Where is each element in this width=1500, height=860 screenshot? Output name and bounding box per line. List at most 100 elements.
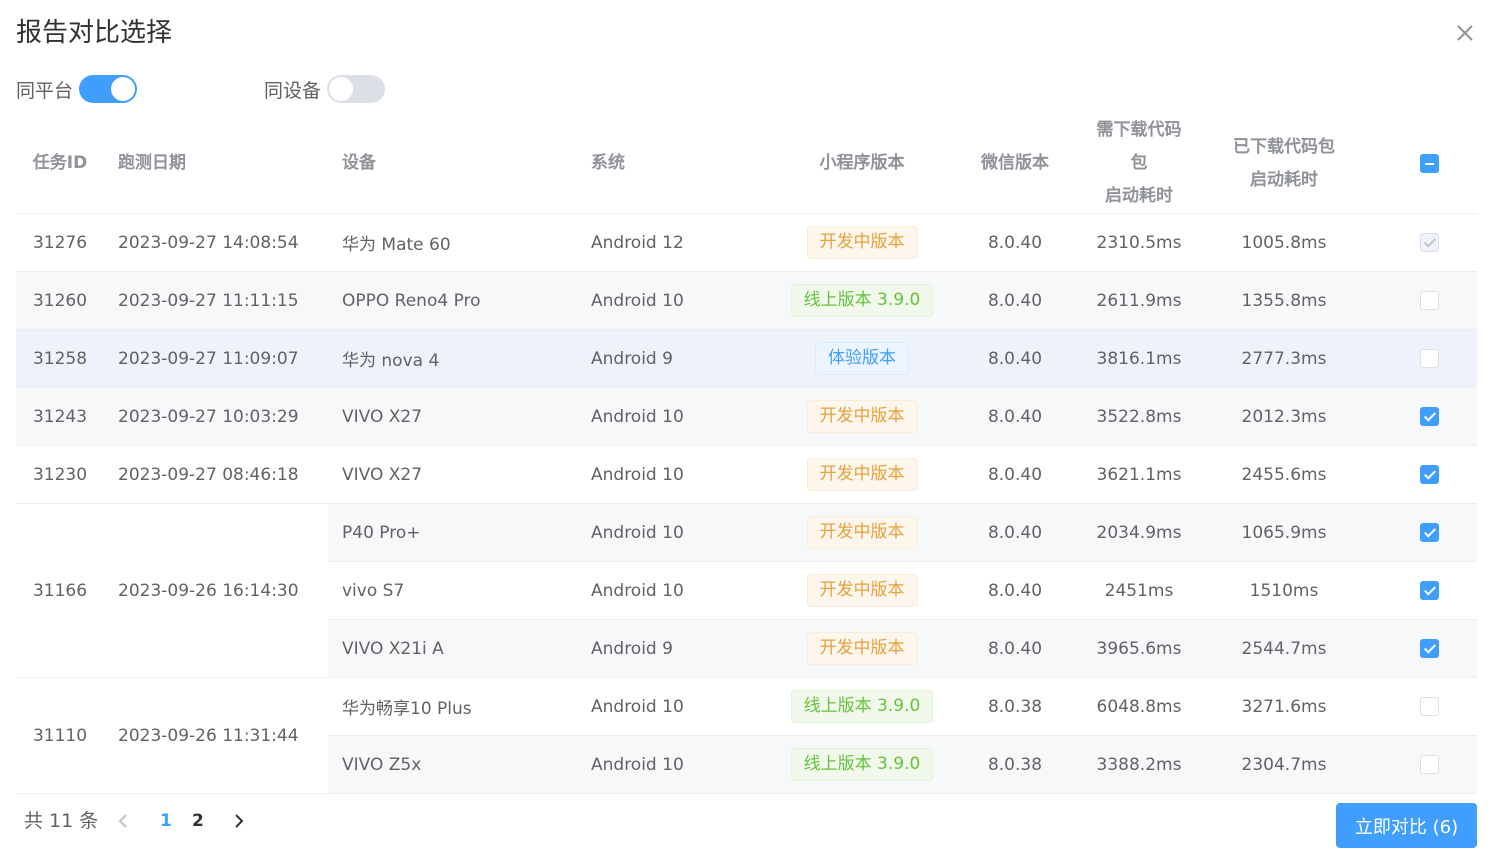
- cell-device: VIVO X27: [328, 387, 575, 446]
- cell-task-id: 31166: [16, 503, 104, 678]
- cell-need-download-time: 2310.5ms: [1091, 213, 1187, 272]
- cell-select: [1381, 503, 1477, 562]
- cell-system: Android 10: [575, 677, 785, 736]
- switch-knob: [111, 77, 136, 101]
- version-tag: 线上版本 3.9.0: [790, 748, 934, 781]
- switch-knob: [329, 77, 354, 101]
- cell-need-download-time: 3816.1ms: [1091, 329, 1187, 388]
- page-1-button[interactable]: 1: [160, 808, 172, 834]
- cell-select: [1381, 561, 1477, 620]
- next-page-icon[interactable]: [228, 808, 250, 834]
- row-checkbox[interactable]: [1419, 581, 1439, 600]
- table-row: 31276 2023-09-27 14:08:54 华为 Mate 60 Androi…: [16, 213, 1477, 272]
- cell-miniprogram-version: 开发中版本: [785, 445, 939, 504]
- cell-downloaded-time: 2304.7ms: [1187, 735, 1381, 794]
- same-device-label: 同设备: [264, 79, 322, 102]
- row-checkbox[interactable]: [1419, 639, 1439, 658]
- cell-need-download-time: 2611.9ms: [1091, 271, 1187, 330]
- version-tag: 线上版本 3.9.0: [790, 284, 934, 317]
- cell-device: 华为畅享10 Plus: [328, 677, 575, 736]
- prev-page-icon[interactable]: [112, 808, 134, 834]
- table-row: 31110 2023-09-26 11:31:44 华为畅享10 Plus Andro…: [16, 677, 1477, 794]
- row-checkbox: [1419, 233, 1439, 252]
- cell-run-date: 2023-09-27 10:03:29: [104, 387, 328, 446]
- row-checkbox[interactable]: [1419, 465, 1439, 484]
- select-all-checkbox[interactable]: [1419, 153, 1439, 173]
- cell-run-date: 2023-09-27 08:46:18: [104, 445, 328, 504]
- cell-device: VIVO X21i A: [328, 619, 575, 678]
- row-checkbox[interactable]: [1419, 755, 1439, 774]
- cell-miniprogram-version: 开发中版本: [785, 561, 939, 620]
- cell-downloaded-time: 2455.6ms: [1187, 445, 1381, 504]
- cell-select: [1381, 677, 1477, 736]
- cell-system: Android 10: [575, 561, 785, 620]
- cell-miniprogram-version: 开发中版本: [785, 503, 939, 562]
- cell-system: Android 10: [575, 503, 785, 562]
- cell-downloaded-time: 2777.3ms: [1187, 329, 1381, 388]
- pagination-total: 共 11 条: [24, 810, 99, 832]
- cell-run-date: 2023-09-27 11:11:15: [104, 271, 328, 330]
- cell-system: Android 9: [575, 619, 785, 678]
- same-platform-label: 同平台: [16, 79, 74, 102]
- header-need-download: 需下载代码包 启动耗时: [1091, 114, 1187, 214]
- header-miniprogram-version: 小程序版本: [785, 114, 939, 214]
- cell-miniprogram-version: 线上版本 3.9.0: [785, 735, 939, 794]
- compare-now-button[interactable]: 立即对比 (6): [1336, 803, 1477, 848]
- row-checkbox[interactable]: [1419, 697, 1439, 716]
- cell-task-id: 31230: [16, 445, 104, 504]
- header-need-download-line1: 需下载代码包: [1096, 120, 1182, 173]
- cell-wechat-version: 8.0.40: [939, 561, 1091, 620]
- cell-select: [1381, 735, 1477, 794]
- cell-wechat-version: 8.0.38: [939, 677, 1091, 736]
- cell-wechat-version: 8.0.40: [939, 387, 1091, 446]
- cell-run-date: 2023-09-27 11:09:07: [104, 329, 328, 388]
- header-downloaded-line1: 已下载代码包: [1233, 136, 1335, 157]
- header-run-date: 跑测日期: [104, 114, 328, 214]
- row-checkbox[interactable]: [1419, 291, 1439, 310]
- cell-wechat-version: 8.0.40: [939, 329, 1091, 388]
- cell-downloaded-time: 1355.8ms: [1187, 271, 1381, 330]
- version-tag: 线上版本 3.9.0: [790, 690, 934, 723]
- header-select-all: [1381, 114, 1477, 214]
- table-row: 31258 2023-09-27 11:09:07 华为 nova 4 Android…: [16, 329, 1477, 388]
- cell-miniprogram-version: 线上版本 3.9.0: [785, 677, 939, 736]
- cell-device: 华为 Mate 60: [328, 213, 575, 272]
- header-downloaded-line2: 启动耗时: [1250, 169, 1318, 190]
- row-checkbox[interactable]: [1419, 407, 1439, 426]
- cell-need-download-time: 3388.2ms: [1091, 735, 1187, 794]
- cell-need-download-time: 3621.1ms: [1091, 445, 1187, 504]
- cell-wechat-version: 8.0.40: [939, 619, 1091, 678]
- cell-device: vivo S7: [328, 561, 575, 620]
- page-2-button[interactable]: 2: [192, 808, 204, 834]
- table-row: 31260 2023-09-27 11:11:15 OPPO Reno4 Pro An…: [16, 271, 1477, 330]
- cell-select: [1381, 619, 1477, 678]
- cell-downloaded-time: 2544.7ms: [1187, 619, 1381, 678]
- cell-system: Android 10: [575, 735, 785, 794]
- close-icon[interactable]: [1452, 20, 1478, 46]
- version-tag: 开发中版本: [806, 632, 918, 665]
- cell-need-download-time: 2034.9ms: [1091, 503, 1187, 562]
- cell-select: [1381, 213, 1477, 272]
- cell-downloaded-time: 1510ms: [1187, 561, 1381, 620]
- cell-miniprogram-version: 线上版本 3.9.0: [785, 271, 939, 330]
- version-tag: 开发中版本: [806, 574, 918, 607]
- dialog-title: 报告对比选择: [16, 18, 173, 48]
- same-device-switch[interactable]: [327, 75, 386, 103]
- same-platform-filter: 同平台: [16, 74, 138, 104]
- row-checkbox[interactable]: [1419, 523, 1439, 542]
- header-downloaded: 已下载代码包 启动耗时: [1187, 114, 1381, 214]
- version-tag: 开发中版本: [806, 516, 918, 549]
- cell-miniprogram-version: 体验版本: [785, 329, 939, 388]
- cell-device: OPPO Reno4 Pro: [328, 271, 575, 330]
- cell-run-date: 2023-09-26 11:31:44: [104, 677, 328, 794]
- same-platform-switch[interactable]: [79, 75, 138, 103]
- cell-system: Android 10: [575, 271, 785, 330]
- cell-task-id: 31260: [16, 271, 104, 330]
- row-checkbox[interactable]: [1419, 349, 1439, 368]
- cell-downloaded-time: 3271.6ms: [1187, 677, 1381, 736]
- cell-task-id: 31243: [16, 387, 104, 446]
- version-tag: 体验版本: [815, 342, 909, 375]
- cell-miniprogram-version: 开发中版本: [785, 619, 939, 678]
- cell-downloaded-time: 2012.3ms: [1187, 387, 1381, 446]
- header-task-id: 任务ID: [16, 114, 104, 214]
